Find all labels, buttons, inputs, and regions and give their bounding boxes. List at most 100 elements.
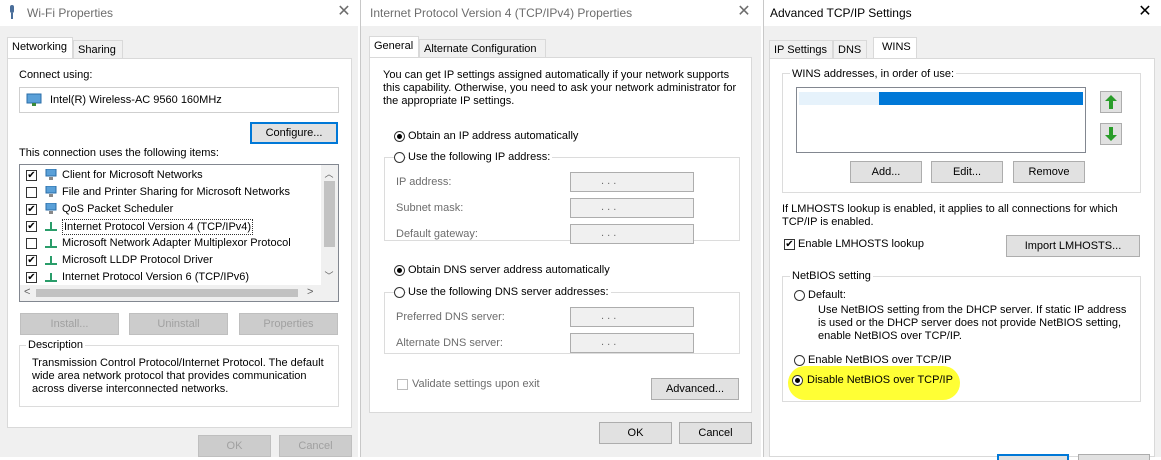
disable-netbios-label[interactable]: Disable NetBIOS over TCP/IP [807,374,953,386]
scroll-thumb[interactable] [324,181,335,247]
install-button[interactable]: Install... [20,313,119,335]
enable-lmhosts-checkbox[interactable]: ✔ [784,239,795,250]
ip-address-field[interactable]: . . . [570,172,694,192]
ipv4-titlebar: Internet Protocol Version 4 (TCP/IPv4) P… [361,0,761,26]
close-icon[interactable]: ✕ [733,1,755,23]
item-checkbox[interactable] [26,187,37,198]
enable-lmhosts-label[interactable]: Enable LMHOSTS lookup [798,238,924,250]
ipv4-tabs: General Alternate Configuration [369,36,752,59]
advanced-ok-button-edge[interactable] [997,454,1069,460]
advanced-button[interactable]: Advanced... [651,378,739,400]
tab-wins[interactable]: WINS [873,37,917,59]
close-icon[interactable]: ✕ [333,1,355,23]
move-down-button[interactable] [1100,123,1122,145]
wifi-tabs: Networking Sharing [7,37,352,60]
general-panel: You can get IP settings assigned automat… [369,57,752,413]
list-item[interactable]: File and Printer Sharing for Microsoft N… [20,184,320,201]
scroll-down-icon[interactable]: ﹀ [321,269,337,282]
vertical-scrollbar[interactable]: ︿ ﹀ [321,165,338,285]
tab-sharing[interactable]: Sharing [73,40,123,59]
wifi-properties-window: Wi-Fi Properties ✕ Networking Sharing Co… [0,0,358,457]
use-static-dns-label[interactable]: Use the following DNS server addresses: [406,286,611,298]
enable-netbios-label[interactable]: Enable NetBIOS over TCP/IP [808,354,951,366]
edit-button[interactable]: Edit... [931,161,1003,183]
validate-checkbox[interactable] [397,379,408,390]
add-button[interactable]: Add... [850,161,922,183]
default-gateway-label: Default gateway: [396,228,478,240]
use-static-dns-radio[interactable] [394,287,405,298]
import-lmhosts-button[interactable]: Import LMHOSTS... [1006,235,1140,257]
ip-dots: . . . [601,310,617,322]
items-list[interactable]: ✔ Client for Microsoft Networks File and… [19,164,339,302]
properties-button[interactable]: Properties [239,313,338,335]
list-item[interactable]: ✔ Microsoft LLDP Protocol Driver [20,252,320,269]
scroll-right-icon[interactable]: > [307,286,313,298]
preferred-dns-label: Preferred DNS server: [396,311,505,323]
tab-dns[interactable]: DNS [833,40,867,59]
ok-button[interactable]: OK [599,422,672,444]
list-item[interactable]: ✔ QoS Packet Scheduler [20,201,320,218]
advanced-cancel-button-edge[interactable] [1078,454,1150,460]
uninstall-button[interactable]: Uninstall [129,313,228,335]
obtain-dns-radio[interactable] [394,265,405,276]
subnet-mask-field[interactable]: . . . [570,198,694,218]
preferred-dns-field[interactable]: . . . [570,307,694,327]
ip-dots: . . . [601,336,617,348]
network-adapter-icon [26,93,42,110]
scroll-left-icon[interactable]: < [24,286,30,298]
use-static-ip-label[interactable]: Use the following IP address: [406,151,553,163]
move-up-button[interactable] [1100,91,1122,113]
item-label: Microsoft Network Adapter Multiplexor Pr… [62,237,291,249]
list-item[interactable]: ✔ Internet Protocol Version 4 (TCP/IPv4) [20,218,320,235]
advanced-tabs: IP Settings DNS WINS [769,37,1155,60]
lmhosts-info-text: If LMHOSTS lookup is enabled, it applies… [782,203,1118,228]
list-item[interactable]: Microsoft Network Adapter Multiplexor Pr… [20,235,320,252]
list-item[interactable]: ✔ Client for Microsoft Networks [20,167,320,184]
item-checkbox[interactable]: ✔ [26,204,37,215]
item-checkbox[interactable]: ✔ [26,255,37,266]
validate-label[interactable]: Validate settings upon exit [412,378,540,390]
network-client-icon [44,168,58,181]
netbios-default-label[interactable]: Default: [808,289,846,301]
configure-button[interactable]: Configure... [250,122,338,144]
list-item[interactable]: ✔ Internet Protocol Version 6 (TCP/IPv6) [20,269,320,286]
tab-ip-settings[interactable]: IP Settings [769,40,833,59]
alternate-dns-label: Alternate DNS server: [396,337,503,349]
advanced-window-title: Advanced TCP/IP Settings [770,6,912,20]
netbios-default-radio[interactable] [794,290,805,301]
ok-button[interactable]: OK [198,435,271,457]
cancel-button[interactable]: Cancel [279,435,352,457]
item-label: QoS Packet Scheduler [62,203,174,215]
item-label: Client for Microsoft Networks [62,169,203,181]
default-gateway-field[interactable]: . . . [570,224,694,244]
item-label: Microsoft LLDP Protocol Driver [62,254,213,266]
item-checkbox[interactable]: ✔ [26,221,37,232]
items-label: This connection uses the following items… [19,147,219,159]
item-checkbox[interactable]: ✔ [26,170,37,181]
advanced-titlebar: Advanced TCP/IP Settings ✕ [764,0,1161,26]
description-text: Transmission Control Protocol/Internet P… [32,357,324,395]
scroll-thumb-horizontal[interactable] [36,289,298,297]
tab-networking[interactable]: Networking [7,37,73,59]
connect-using-label: Connect using: [19,69,93,81]
horizontal-scrollbar[interactable]: < > [20,285,338,301]
scroll-up-icon[interactable]: ︿ [321,167,337,180]
use-static-ip-radio[interactable] [394,152,405,163]
wins-address-list[interactable] [796,87,1086,153]
disable-netbios-radio[interactable] [792,375,803,386]
subnet-mask-label: Subnet mask: [396,202,464,214]
obtain-ip-label[interactable]: Obtain an IP address automatically [408,130,578,142]
item-checkbox[interactable]: ✔ [26,272,37,283]
alternate-dns-field[interactable]: . . . [570,333,694,353]
close-icon[interactable]: ✕ [1134,1,1156,23]
item-label: Internet Protocol Version 4 (TCP/IPv4) [62,219,254,235]
obtain-ip-radio[interactable] [394,131,405,142]
netbios-group-label: NetBIOS setting [790,270,873,282]
obtain-dns-label[interactable]: Obtain DNS server address automatically [408,264,610,276]
cancel-button[interactable]: Cancel [679,422,752,444]
remove-button[interactable]: Remove [1013,161,1085,183]
item-checkbox[interactable] [26,238,37,249]
tab-general[interactable]: General [369,36,419,58]
enable-netbios-radio[interactable] [794,355,805,366]
tab-alternate-configuration[interactable]: Alternate Configuration [419,39,546,58]
